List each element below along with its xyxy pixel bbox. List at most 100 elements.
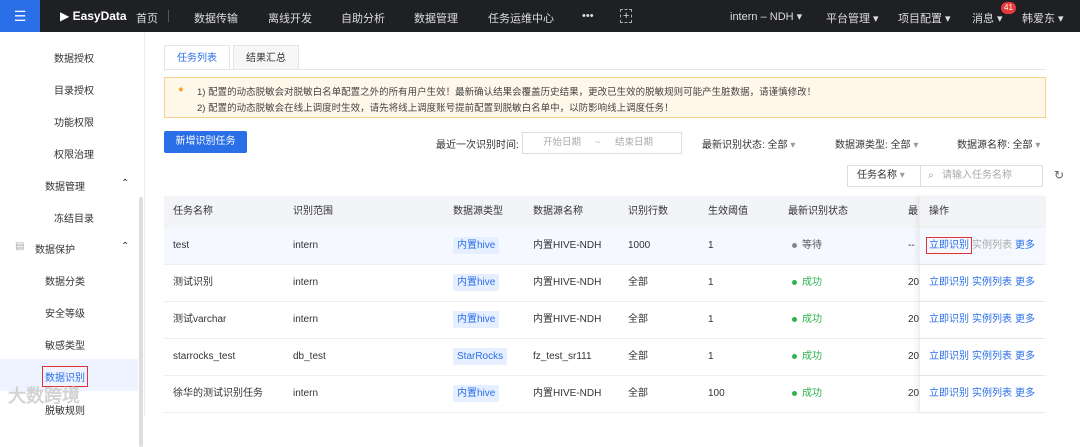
sidebar-scrollbar[interactable] <box>139 197 143 447</box>
table-row[interactable]: 测试识别 intern 内置hive 内置HIVE-NDH 全部 1 成功 20… <box>164 265 1046 302</box>
project-selector[interactable]: intern – NDH ▾ <box>730 10 802 23</box>
source-type-tag: 内置hive <box>453 274 500 291</box>
nav-ops-center[interactable]: 任务运维中心 <box>488 10 554 26</box>
status-dot-icon <box>792 242 797 248</box>
search-input[interactable]: 请输入任务名称 <box>942 166 1012 186</box>
refresh-icon[interactable]: ↻ <box>1054 168 1064 182</box>
task-name: 徐华的测试识别任务 <box>173 388 263 399</box>
menu-toggle-icon[interactable]: ☰ <box>0 0 40 32</box>
tab-divider <box>164 69 1046 70</box>
instance-list-link[interactable]: 实例列表 <box>972 240 1012 251</box>
search-icon: ⌕ <box>928 170 934 181</box>
threshold: 1 <box>708 240 714 251</box>
recognize-now-link[interactable]: 立即识别 <box>929 388 969 399</box>
more-link[interactable]: 更多 <box>1015 240 1035 251</box>
recognize-now-link[interactable]: 立即识别 <box>926 237 972 254</box>
source-name-filter[interactable]: 数据源名称: 全部 ▾ <box>957 136 1040 151</box>
scope: intern <box>293 240 319 251</box>
more-link[interactable]: 更多 <box>1015 388 1035 399</box>
sidebar-item-function-perm[interactable]: 功能权限 <box>54 114 94 129</box>
sidebar-item-data-classification[interactable]: 数据分类 <box>45 273 85 288</box>
scope: intern <box>293 388 319 399</box>
tab-result-summary[interactable]: 结果汇总 <box>233 45 299 70</box>
status: 成功 <box>792 339 822 375</box>
sidebar-item-sensitive-type[interactable]: 敏感类型 <box>45 337 85 352</box>
task-name: starrocks_test <box>173 351 236 362</box>
sidebar-item-frozen-catalog[interactable]: 冻结目录 <box>54 210 94 225</box>
task-name: 测试识别 <box>173 277 213 288</box>
source-name: 内置HIVE-NDH <box>533 240 602 251</box>
search-field-select[interactable]: 任务名称 ▾ <box>857 166 905 186</box>
instance-list-link[interactable]: 实例列表 <box>972 277 1012 288</box>
new-task-button[interactable]: 新增识别任务 <box>164 131 247 153</box>
sidebar-group-data-management[interactable]: 数据管理 <box>45 178 85 193</box>
instance-list-link[interactable]: 实例列表 <box>972 314 1012 325</box>
source-type-tag: StarRocks <box>453 348 508 365</box>
sidebar: 数据授权 目录授权 功能权限 权限治理 数据管理 ⌃ 冻结目录 ▤ 数据保护 ⌃… <box>0 32 145 447</box>
nav-home[interactable]: 首页 <box>136 10 158 26</box>
end-date-input[interactable]: 结束日期 <box>615 133 653 153</box>
tab-task-list[interactable]: 任务列表 <box>164 45 230 70</box>
source-name: fz_test_sr111 <box>533 351 592 362</box>
source-type-tag: 内置hive <box>453 385 500 402</box>
nav-data-transfer[interactable]: 数据传输 <box>194 10 238 26</box>
data-protection-icon: ▤ <box>15 241 25 252</box>
chevron-up-icon[interactable]: ⌃ <box>121 178 129 189</box>
nav-self-analysis[interactable]: 自助分析 <box>341 10 385 26</box>
watermark-logo: 大数跨境 <box>8 386 80 406</box>
status-filter[interactable]: 最新识别状态: 全部 ▾ <box>702 136 795 151</box>
task-name: 测试varchar <box>173 314 227 325</box>
sidebar-item-catalog-auth[interactable]: 目录授权 <box>54 82 94 97</box>
source-type-tag: 内置hive <box>453 237 500 254</box>
recognize-now-link[interactable]: 立即识别 <box>929 351 969 362</box>
user-menu[interactable]: 韩爱东 ▾ <box>1022 10 1064 26</box>
nav-offline-dev[interactable]: 离线开发 <box>268 10 312 26</box>
col-last-time: 最 <box>908 206 918 217</box>
actions-cell: 立即识别 实例列表 更多 <box>919 265 1046 301</box>
col-source-name: 数据源名称 <box>533 206 583 217</box>
logo[interactable]: ▶ EasyData <box>60 9 127 23</box>
recognize-now-link[interactable]: 立即识别 <box>929 314 969 325</box>
row-count: 全部 <box>628 314 648 325</box>
col-actions-wrap: 操作 <box>919 196 1046 228</box>
top-bar: ☰ ▶ EasyData 首页 数据传输 离线开发 自助分析 数据管理 任务运维… <box>0 0 1080 32</box>
more-link[interactable]: 更多 <box>1015 351 1035 362</box>
start-date-input[interactable]: 开始日期 <box>543 133 581 153</box>
actions-cell: 立即识别 实例列表 更多 <box>919 228 1046 264</box>
source-name: 内置HIVE-NDH <box>533 314 602 325</box>
source-name: 内置HIVE-NDH <box>533 277 602 288</box>
row-count: 全部 <box>628 351 648 362</box>
instance-list-link[interactable]: 实例列表 <box>972 351 1012 362</box>
table-row[interactable]: starrocks_test db_test StarRocks fz_test… <box>164 339 1046 376</box>
sidebar-item-perm-governance[interactable]: 权限治理 <box>54 146 94 161</box>
sidebar-item-security-level[interactable]: 安全等级 <box>45 305 85 320</box>
project-config-menu[interactable]: 项目配置 ▾ <box>898 10 951 26</box>
date-range-picker[interactable]: 开始日期 ~ 结束日期 <box>522 132 682 154</box>
table-row[interactable]: 徐华的测试识别任务 intern 内置hive 内置HIVE-NDH 全部 10… <box>164 376 1046 413</box>
messages-menu[interactable]: 消息 ▾ <box>972 10 1003 26</box>
warning-alert: ● 1) 配置的动态脱敏会对脱敏白名单配置之外的所有用户生效！最新确认结果会覆盖… <box>164 77 1046 118</box>
sidebar-item-data-auth[interactable]: 数据授权 <box>54 50 94 65</box>
type-filter[interactable]: 数据源类型: 全部 ▾ <box>835 136 918 151</box>
col-status: 最新识别状态 <box>788 206 848 217</box>
recognize-now-link[interactable]: 立即识别 <box>929 277 969 288</box>
col-rows: 识别行数 <box>628 206 668 217</box>
status-dot-icon <box>792 390 797 396</box>
row-count: 全部 <box>628 388 648 399</box>
sidebar-group-data-protection[interactable]: 数据保护 <box>35 241 75 256</box>
more-link[interactable]: 更多 <box>1015 314 1035 325</box>
platform-menu[interactable]: 平台管理 ▾ <box>826 10 879 26</box>
actions-cell: 立即识别 实例列表 更多 <box>919 376 1046 412</box>
instance-list-link[interactable]: 实例列表 <box>972 388 1012 399</box>
nav-data-management[interactable]: 数据管理 <box>414 10 458 26</box>
more-icon[interactable]: ••• <box>582 10 594 22</box>
threshold: 1 <box>708 351 714 362</box>
status-dot-icon <box>792 279 797 285</box>
add-tab-icon[interactable]: + <box>620 9 633 23</box>
chevron-up-icon[interactable]: ⌃ <box>121 241 129 252</box>
col-actions: 操作 <box>929 206 949 217</box>
table-row[interactable]: 测试varchar intern 内置hive 内置HIVE-NDH 全部 1 … <box>164 302 1046 339</box>
table-row[interactable]: test intern 内置hive 内置HIVE-NDH 1000 1 等待 … <box>164 228 1046 265</box>
actions-cell: 立即识别 实例列表 更多 <box>919 339 1046 375</box>
more-link[interactable]: 更多 <box>1015 277 1035 288</box>
